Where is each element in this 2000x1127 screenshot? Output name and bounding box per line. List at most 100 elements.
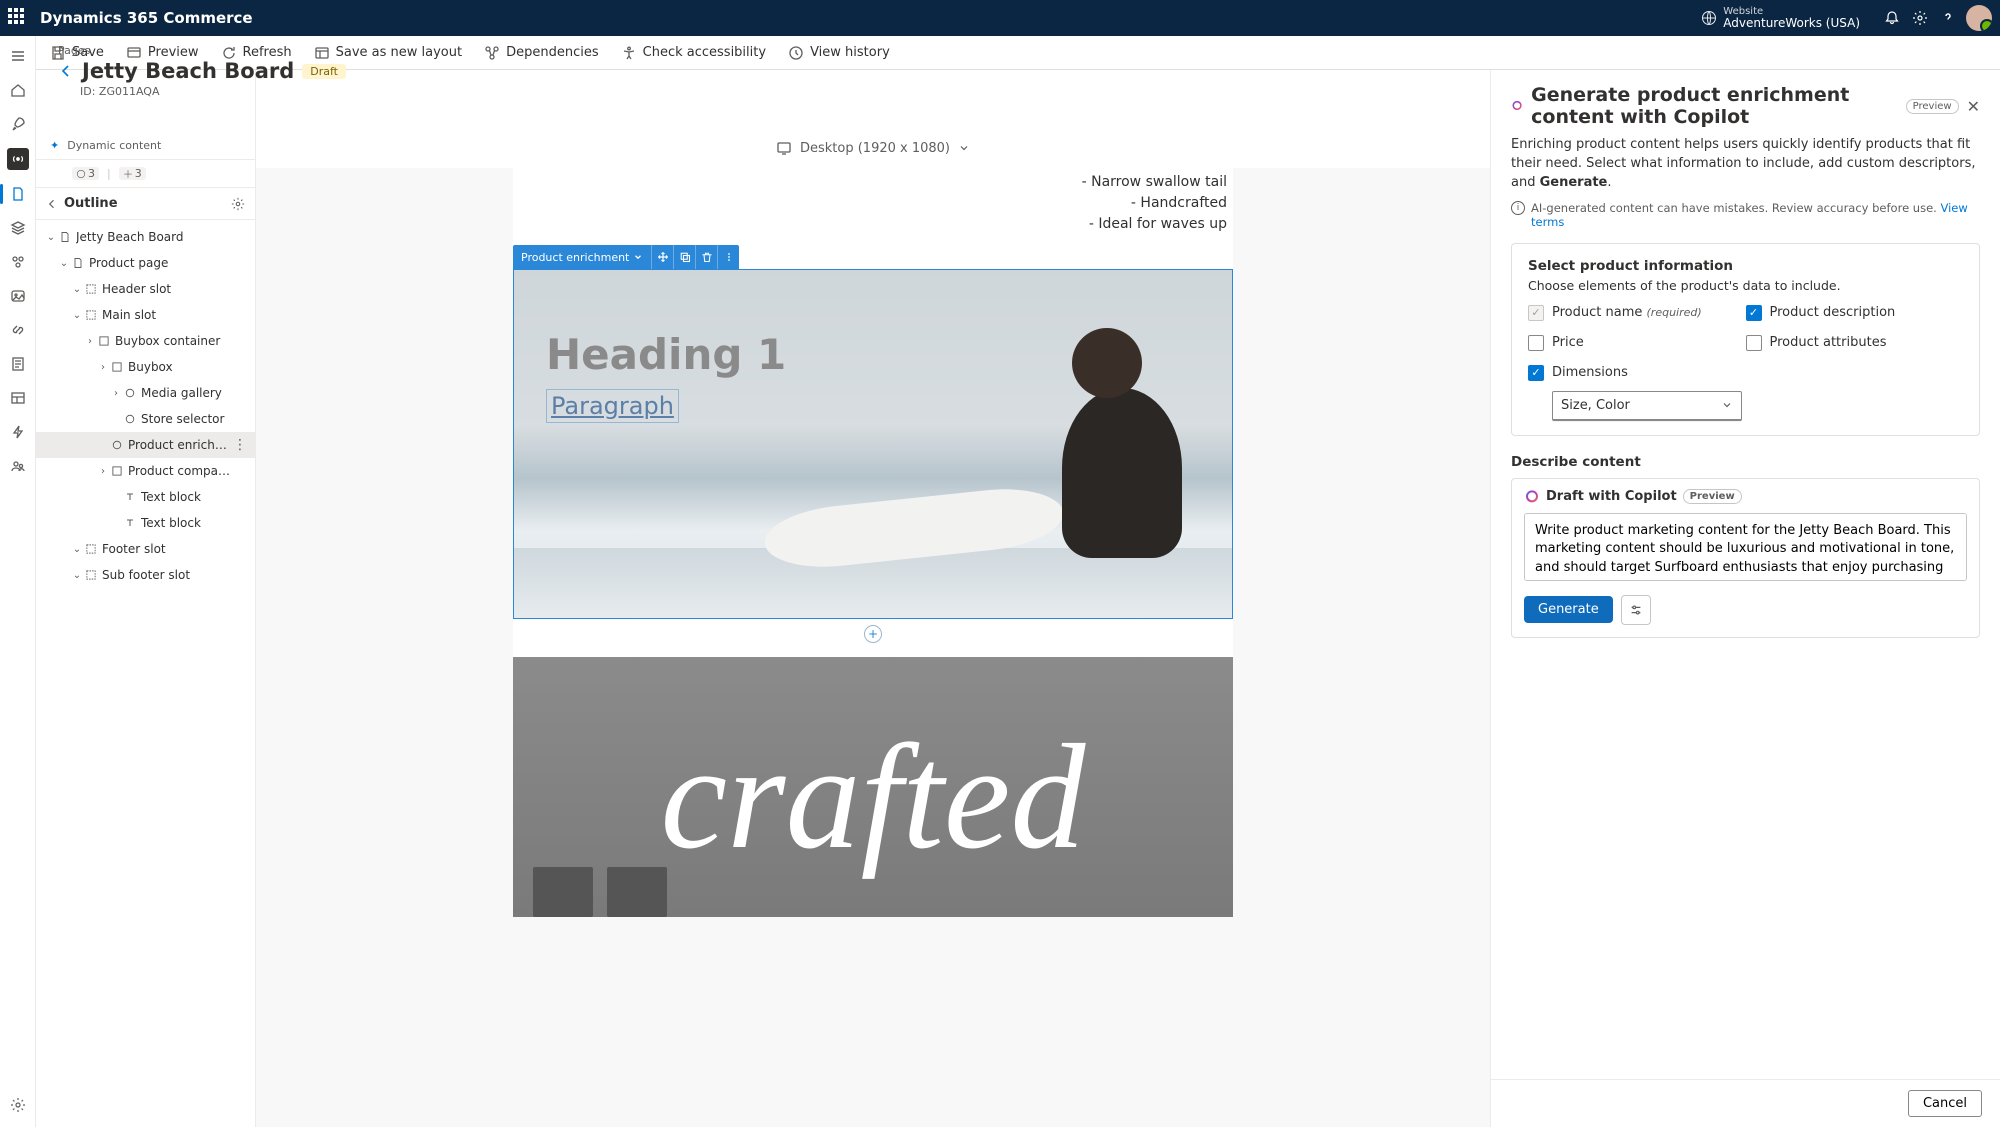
tree-node-label: Media gallery bbox=[141, 386, 233, 400]
tree-node[interactable]: ›Buybox⋮ bbox=[36, 354, 255, 380]
tree-node[interactable]: ⌄Jetty Beach Board⋮ bbox=[36, 224, 255, 250]
module-duplicate-icon[interactable] bbox=[673, 245, 695, 269]
rail-media-icon[interactable] bbox=[8, 286, 28, 306]
close-icon[interactable]: ✕ bbox=[1967, 97, 1980, 116]
status-badge: Draft bbox=[302, 64, 346, 79]
add-module-icon[interactable]: + bbox=[864, 625, 882, 643]
chk-dimensions[interactable]: Dimensions bbox=[1528, 365, 1746, 381]
product-enrichment-module[interactable]: Heading 1 Paragraph bbox=[513, 269, 1233, 619]
tree-node-label: Header slot bbox=[102, 282, 233, 296]
rail-settings-icon[interactable] bbox=[8, 1095, 28, 1115]
tree-node[interactable]: ›Product comparison bu...⋮ bbox=[36, 458, 255, 484]
rail-url-icon[interactable] bbox=[8, 320, 28, 340]
dimensions-select[interactable]: Size, Color bbox=[1552, 391, 1742, 421]
dynamic-content-row[interactable]: ✦ Dynamic content bbox=[36, 132, 255, 160]
tree-node-icon bbox=[71, 257, 85, 269]
page-id: ID: ZG011AQA bbox=[80, 85, 1470, 98]
tree-node[interactable]: ⌄Product page⋮ bbox=[36, 250, 255, 276]
rail-pages-icon[interactable] bbox=[8, 184, 28, 204]
generate-button[interactable]: Generate bbox=[1524, 596, 1613, 623]
module-move-icon[interactable] bbox=[651, 245, 673, 269]
tree-twisty-icon[interactable]: ⌄ bbox=[70, 310, 84, 321]
tree-node-icon bbox=[84, 309, 98, 321]
app-bar: Dynamics 365 Commerce Website AdventureW… bbox=[0, 0, 2000, 36]
checkbox-icon[interactable] bbox=[1528, 335, 1544, 351]
module-toolbar: Product enrichment bbox=[513, 245, 739, 269]
tree-twisty-icon[interactable]: ⌄ bbox=[70, 544, 84, 555]
checkbox-icon[interactable] bbox=[1746, 335, 1762, 351]
outline-pane: ✦ Dynamic content 3 | 3 Outline ⌄Jet bbox=[36, 70, 256, 1127]
tree-twisty-icon[interactable]: ⌄ bbox=[44, 232, 58, 243]
preview-pill: Preview bbox=[1906, 99, 1959, 114]
describe-label: Describe content bbox=[1511, 454, 1980, 470]
outline-collapse-icon[interactable] bbox=[46, 198, 58, 210]
notifications-icon[interactable] bbox=[1878, 4, 1906, 32]
hero-paragraph[interactable]: Paragraph bbox=[546, 389, 679, 423]
rail-templates-icon[interactable] bbox=[8, 354, 28, 374]
draft-textarea[interactable] bbox=[1524, 513, 1967, 581]
breadcrumb[interactable]: Pages bbox=[58, 44, 1470, 57]
canvas: Desktop (1920 x 1080) - Narrow swallow t… bbox=[256, 70, 1490, 1127]
rail-rocket-icon[interactable] bbox=[8, 114, 28, 134]
globe-icon bbox=[1701, 10, 1717, 26]
viewport-selector[interactable]: Desktop (1920 x 1080) bbox=[256, 128, 1490, 168]
module-delete-icon[interactable] bbox=[695, 245, 717, 269]
tree-twisty-icon[interactable]: › bbox=[83, 336, 97, 347]
tree-node-label: Store selector bbox=[141, 412, 233, 426]
rail-live-icon[interactable] bbox=[7, 148, 29, 170]
app-launcher-icon[interactable] bbox=[8, 8, 28, 28]
chk-price[interactable]: Price bbox=[1528, 335, 1746, 351]
settings-icon[interactable] bbox=[1906, 4, 1934, 32]
chk-product-attributes[interactable]: Product attributes bbox=[1746, 335, 1964, 351]
tree-node[interactable]: ›Buybox container⋮ bbox=[36, 328, 255, 354]
tree-node-icon bbox=[123, 491, 137, 503]
tree-node[interactable]: Text block⋮ bbox=[36, 484, 255, 510]
help-icon[interactable] bbox=[1934, 4, 1962, 32]
tree-twisty-icon[interactable]: › bbox=[109, 388, 123, 399]
rail-flash-icon[interactable] bbox=[8, 422, 28, 442]
rail-assets-icon[interactable] bbox=[8, 218, 28, 238]
rail-fragments-icon[interactable] bbox=[8, 252, 28, 272]
rail-layouts-icon[interactable] bbox=[8, 388, 28, 408]
outline-settings-icon[interactable] bbox=[231, 197, 245, 211]
tree-node[interactable]: ⌄Footer slot⋮ bbox=[36, 536, 255, 562]
website-picker[interactable]: Website AdventureWorks (USA) bbox=[1701, 6, 1860, 30]
rail-hamburger-icon[interactable] bbox=[8, 46, 28, 66]
tree-node-icon bbox=[110, 361, 124, 373]
tree-node[interactable]: ›Media gallery⋮ bbox=[36, 380, 255, 406]
tree-node-more-icon[interactable]: ⋮ bbox=[233, 437, 247, 453]
module-more-icon[interactable] bbox=[717, 245, 739, 269]
hero-heading[interactable]: Heading 1 bbox=[546, 330, 786, 379]
draft-label: Draft with Copilot bbox=[1546, 489, 1677, 504]
chk-product-name: Product name (required) bbox=[1528, 305, 1746, 321]
tree-node-label: Product comparison bu... bbox=[128, 464, 233, 478]
checkbox-icon[interactable] bbox=[1746, 305, 1762, 321]
rail-home-icon[interactable] bbox=[8, 80, 28, 100]
chevron-down-icon bbox=[1721, 399, 1733, 411]
tree-twisty-icon[interactable]: › bbox=[96, 362, 110, 373]
tree-twisty-icon[interactable]: ⌄ bbox=[70, 284, 84, 295]
tree-twisty-icon[interactable]: ⌄ bbox=[57, 258, 71, 269]
tree-twisty-icon[interactable]: › bbox=[96, 466, 110, 477]
viewport-label: Desktop (1920 x 1080) bbox=[800, 141, 950, 156]
module-tag[interactable]: Product enrichment bbox=[513, 251, 651, 264]
nav-rail bbox=[0, 36, 36, 1127]
tree-node[interactable]: ⌄Main slot⋮ bbox=[36, 302, 255, 328]
back-arrow-icon[interactable] bbox=[58, 63, 74, 79]
tree-node[interactable]: Store selector⋮ bbox=[36, 406, 255, 432]
tree-node[interactable]: ⌄Sub footer slot⋮ bbox=[36, 562, 255, 588]
crafted-banner[interactable]: crafted bbox=[513, 657, 1233, 917]
tree-node[interactable]: Product enrichment⋮ bbox=[36, 432, 255, 458]
chevron-down-icon bbox=[958, 142, 970, 154]
chk-product-description[interactable]: Product description bbox=[1746, 305, 1964, 321]
tree-node[interactable]: Text block⋮ bbox=[36, 510, 255, 536]
rail-audiences-icon[interactable] bbox=[8, 456, 28, 476]
cancel-button[interactable]: Cancel bbox=[1908, 1090, 1982, 1117]
copilot-icon bbox=[1524, 489, 1540, 505]
tree-node[interactable]: ⌄Header slot⋮ bbox=[36, 276, 255, 302]
tree-node-icon bbox=[84, 283, 98, 295]
checkbox-icon[interactable] bbox=[1528, 365, 1544, 381]
user-avatar[interactable] bbox=[1966, 5, 1992, 31]
tree-twisty-icon[interactable]: ⌄ bbox=[70, 570, 84, 581]
adjust-button[interactable] bbox=[1621, 595, 1651, 625]
